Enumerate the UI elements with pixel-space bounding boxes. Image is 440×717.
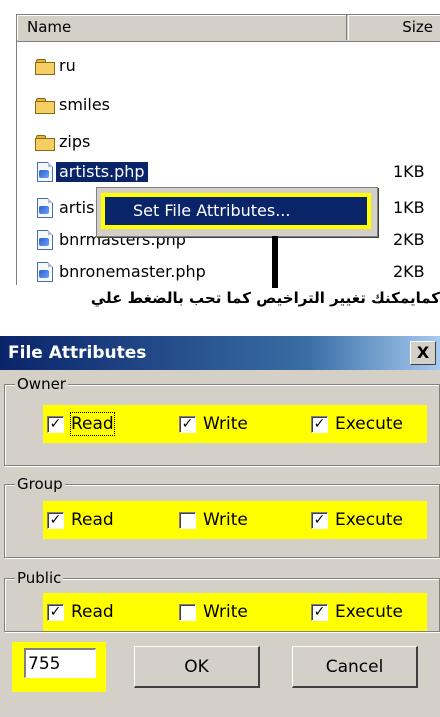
checkbox-label: Read xyxy=(70,412,115,436)
checkbox-label: Execute xyxy=(335,602,403,622)
file-row-smiles[interactable]: smiles xyxy=(17,92,440,118)
file-name: artis xyxy=(59,198,95,217)
file-name: artists.php xyxy=(56,162,148,182)
dialog-title: File Attributes xyxy=(8,343,147,363)
file-row-artists-php[interactable]: artists.php 1KB xyxy=(17,159,440,185)
group-owner-label: Owner xyxy=(15,374,68,394)
dialog-titlebar[interactable]: File Attributes X xyxy=(0,336,440,370)
php-file-icon xyxy=(37,198,53,218)
close-button[interactable]: X xyxy=(410,341,436,365)
check-icon: ✓ xyxy=(47,416,64,433)
check-icon: ✓ xyxy=(47,512,64,529)
permission-row: ✓ Read Write ✓ Execute xyxy=(43,593,427,631)
file-attributes-dialog: File Attributes X Owner ✓ Read ✓ Write ✓… xyxy=(0,336,440,717)
checkbox-label: Write xyxy=(203,510,248,530)
php-file-icon xyxy=(37,162,53,182)
file-list: Name Size ru smiles zips artists.php 1KB… xyxy=(16,14,440,285)
ok-button[interactable]: OK xyxy=(134,646,260,688)
file-name: smiles xyxy=(59,95,110,114)
checkbox-label: Write xyxy=(203,414,248,434)
file-list-header: Name Size xyxy=(17,15,440,42)
check-icon: ✓ xyxy=(179,416,196,433)
check-icon: ✓ xyxy=(311,512,328,529)
octal-permission-input[interactable] xyxy=(24,648,96,678)
checkbox-label: Write xyxy=(203,602,248,622)
group-group-label: Group xyxy=(15,474,65,494)
caption-text: كمايمكنك تغيير التراخيص كما تحب بالضغط ع… xyxy=(90,289,440,307)
group-owner: Owner ✓ Read ✓ Write ✓ Execute xyxy=(4,374,440,466)
dialog-footer: OK Cancel xyxy=(0,636,440,717)
permission-row: ✓ Read Write ✓ Execute xyxy=(43,501,427,539)
file-size: 2KB xyxy=(393,262,425,281)
file-row-ru[interactable]: ru xyxy=(17,53,440,79)
file-name: zips xyxy=(59,132,91,151)
checkbox-label: Read xyxy=(71,602,114,622)
folder-icon xyxy=(35,135,55,151)
group-public-label: Public xyxy=(15,568,64,588)
permission-row: ✓ Read ✓ Write ✓ Execute xyxy=(43,405,427,443)
file-size: 1KB xyxy=(393,198,425,217)
group-public: Public ✓ Read Write ✓ Execute xyxy=(4,568,440,632)
group-group: Group ✓ Read Write ✓ Execute xyxy=(4,474,440,558)
menu-item-label: Set File Attributes... xyxy=(105,197,367,225)
checkbox-label: Read xyxy=(71,510,114,530)
cancel-button[interactable]: Cancel xyxy=(292,646,418,688)
column-header-size[interactable]: Size xyxy=(348,15,440,40)
check-icon: ✓ xyxy=(47,604,64,621)
file-row-zips[interactable]: zips xyxy=(17,129,440,155)
file-size: 2KB xyxy=(393,230,425,249)
file-name: bnronemaster.php xyxy=(59,262,206,281)
octal-highlight xyxy=(12,642,106,692)
file-size: 1KB xyxy=(393,162,425,181)
folder-icon xyxy=(35,59,55,75)
check-icon: ✓ xyxy=(311,604,328,621)
unchecked-box-icon xyxy=(179,604,196,621)
context-menu: Set File Attributes... xyxy=(96,187,378,237)
checkbox-label: Execute xyxy=(335,414,403,434)
check-icon: ✓ xyxy=(311,416,328,433)
menu-item-set-file-attributes[interactable]: Set File Attributes... xyxy=(101,193,371,229)
php-file-icon xyxy=(37,230,53,250)
unchecked-box-icon xyxy=(179,512,196,529)
file-name: ru xyxy=(59,56,76,75)
file-row-bnronemaster-php[interactable]: bnronemaster.php 2KB xyxy=(17,259,440,285)
checkbox-label: Execute xyxy=(335,510,403,530)
pointer-arrow xyxy=(272,236,278,288)
folder-icon xyxy=(35,98,55,114)
column-header-name[interactable]: Name xyxy=(17,15,347,40)
php-file-icon xyxy=(37,262,53,282)
